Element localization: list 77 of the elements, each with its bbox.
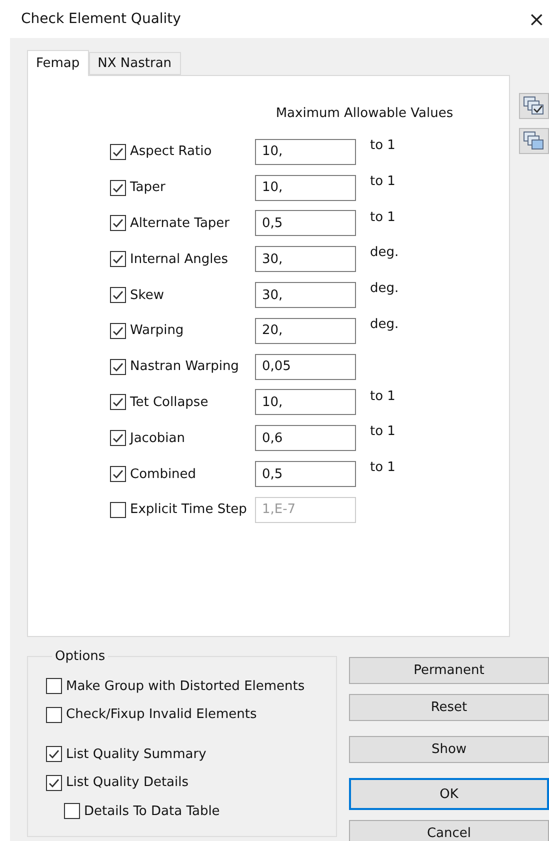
checkbox[interactable]	[110, 322, 126, 339]
checkbox[interactable]	[110, 251, 126, 268]
section-heading: Maximum Allowable Values	[276, 106, 454, 121]
checkbox[interactable]	[46, 774, 62, 791]
checkbox[interactable]	[110, 358, 126, 375]
checkmark-icon	[48, 748, 60, 760]
checkbox[interactable]	[110, 180, 126, 196]
checkbox[interactable]	[46, 678, 62, 694]
window-title: Check Element Quality	[21, 11, 181, 27]
checkbox-label: Explicit Time Step	[130, 502, 247, 518]
unit-label: deg.	[370, 281, 399, 296]
checkbox-label: List Quality Details	[66, 775, 189, 790]
checkbox[interactable]	[110, 430, 126, 446]
checkbox-label: Internal Angles	[130, 252, 228, 267]
checkbox[interactable]	[110, 394, 126, 410]
checkbox[interactable]	[110, 466, 126, 482]
checkbox-label: Aspect Ratio	[130, 144, 212, 160]
checkbox-label: Skew	[130, 288, 164, 303]
value-field[interactable]: 20,	[255, 318, 356, 344]
checkbox-label: Alternate Taper	[130, 216, 230, 231]
unit-label: to 1	[370, 460, 396, 476]
value-field[interactable]: 10,	[255, 389, 356, 416]
checkbox-label: Jacobian	[130, 430, 185, 446]
unit-label: to 1	[370, 210, 396, 225]
checkbox-label: Details To Data Table	[84, 804, 220, 819]
checkbox-label: Make Group with Distorted Elements	[66, 678, 305, 694]
checkmark-icon	[112, 289, 124, 302]
checkbox-label: Nastran Warping	[130, 359, 239, 374]
unit-label: to 1	[370, 388, 396, 404]
value-field[interactable]: 0,5	[255, 461, 356, 488]
dialog-button[interactable]: Show	[349, 736, 549, 763]
value-field[interactable]: 30,	[255, 282, 356, 308]
checkbox[interactable]	[46, 746, 62, 762]
unit-label: deg.	[370, 245, 399, 260]
checkmark-icon	[112, 432, 124, 444]
checkmark-icon	[112, 396, 124, 408]
checkbox-label: Warping	[130, 323, 184, 338]
dialog-button[interactable]: Permanent	[349, 657, 549, 684]
group-title: Options	[54, 649, 106, 664]
dialog-button[interactable]: OK	[349, 778, 549, 810]
checkmark-icon	[112, 217, 124, 230]
toolbar-button[interactable]	[519, 128, 549, 154]
value-field[interactable]: 10,	[255, 174, 356, 201]
unit-label: to 1	[370, 138, 396, 153]
stacked-windows-check-icon	[523, 96, 545, 116]
checkbox[interactable]	[46, 706, 62, 723]
dialog-button[interactable]: Reset	[349, 694, 549, 721]
unit-label: deg.	[370, 316, 399, 332]
checkmark-icon	[112, 324, 124, 337]
checkmark-icon	[112, 182, 124, 194]
checkbox-label: Tet Collapse	[130, 394, 208, 410]
checkmark-icon	[112, 253, 124, 266]
checkbox[interactable]	[110, 287, 126, 304]
close-button[interactable]: ×	[528, 7, 545, 31]
checkmark-icon	[112, 360, 124, 373]
value-field[interactable]: 0,6	[255, 425, 356, 452]
stacked-windows-icon	[523, 131, 545, 151]
unit-label: to 1	[370, 174, 396, 189]
value-field[interactable]: 0,5	[255, 210, 356, 236]
checkbox[interactable]	[110, 144, 126, 160]
checkbox-label: Combined	[130, 466, 196, 482]
value-field[interactable]: 0,05	[255, 354, 356, 380]
checkbox[interactable]	[64, 803, 80, 820]
value-field[interactable]: 30,	[255, 246, 356, 272]
checkbox-label: Check/Fixup Invalid Elements	[66, 707, 257, 722]
checkmark-icon	[112, 146, 124, 158]
toolbar-button[interactable]	[519, 93, 549, 119]
dialog-button[interactable]: Cancel	[349, 820, 549, 841]
tab[interactable]: NX Nastran	[88, 52, 181, 75]
checkbox-label: List Quality Summary	[66, 746, 206, 762]
checkbox-label: Taper	[130, 180, 166, 196]
value-field[interactable]: 10,	[255, 138, 356, 165]
tab[interactable]: Femap	[27, 50, 89, 76]
checkmark-icon	[48, 776, 60, 789]
checkmark-icon	[112, 468, 124, 480]
checkbox[interactable]	[110, 215, 126, 232]
unit-label: to 1	[370, 424, 396, 440]
